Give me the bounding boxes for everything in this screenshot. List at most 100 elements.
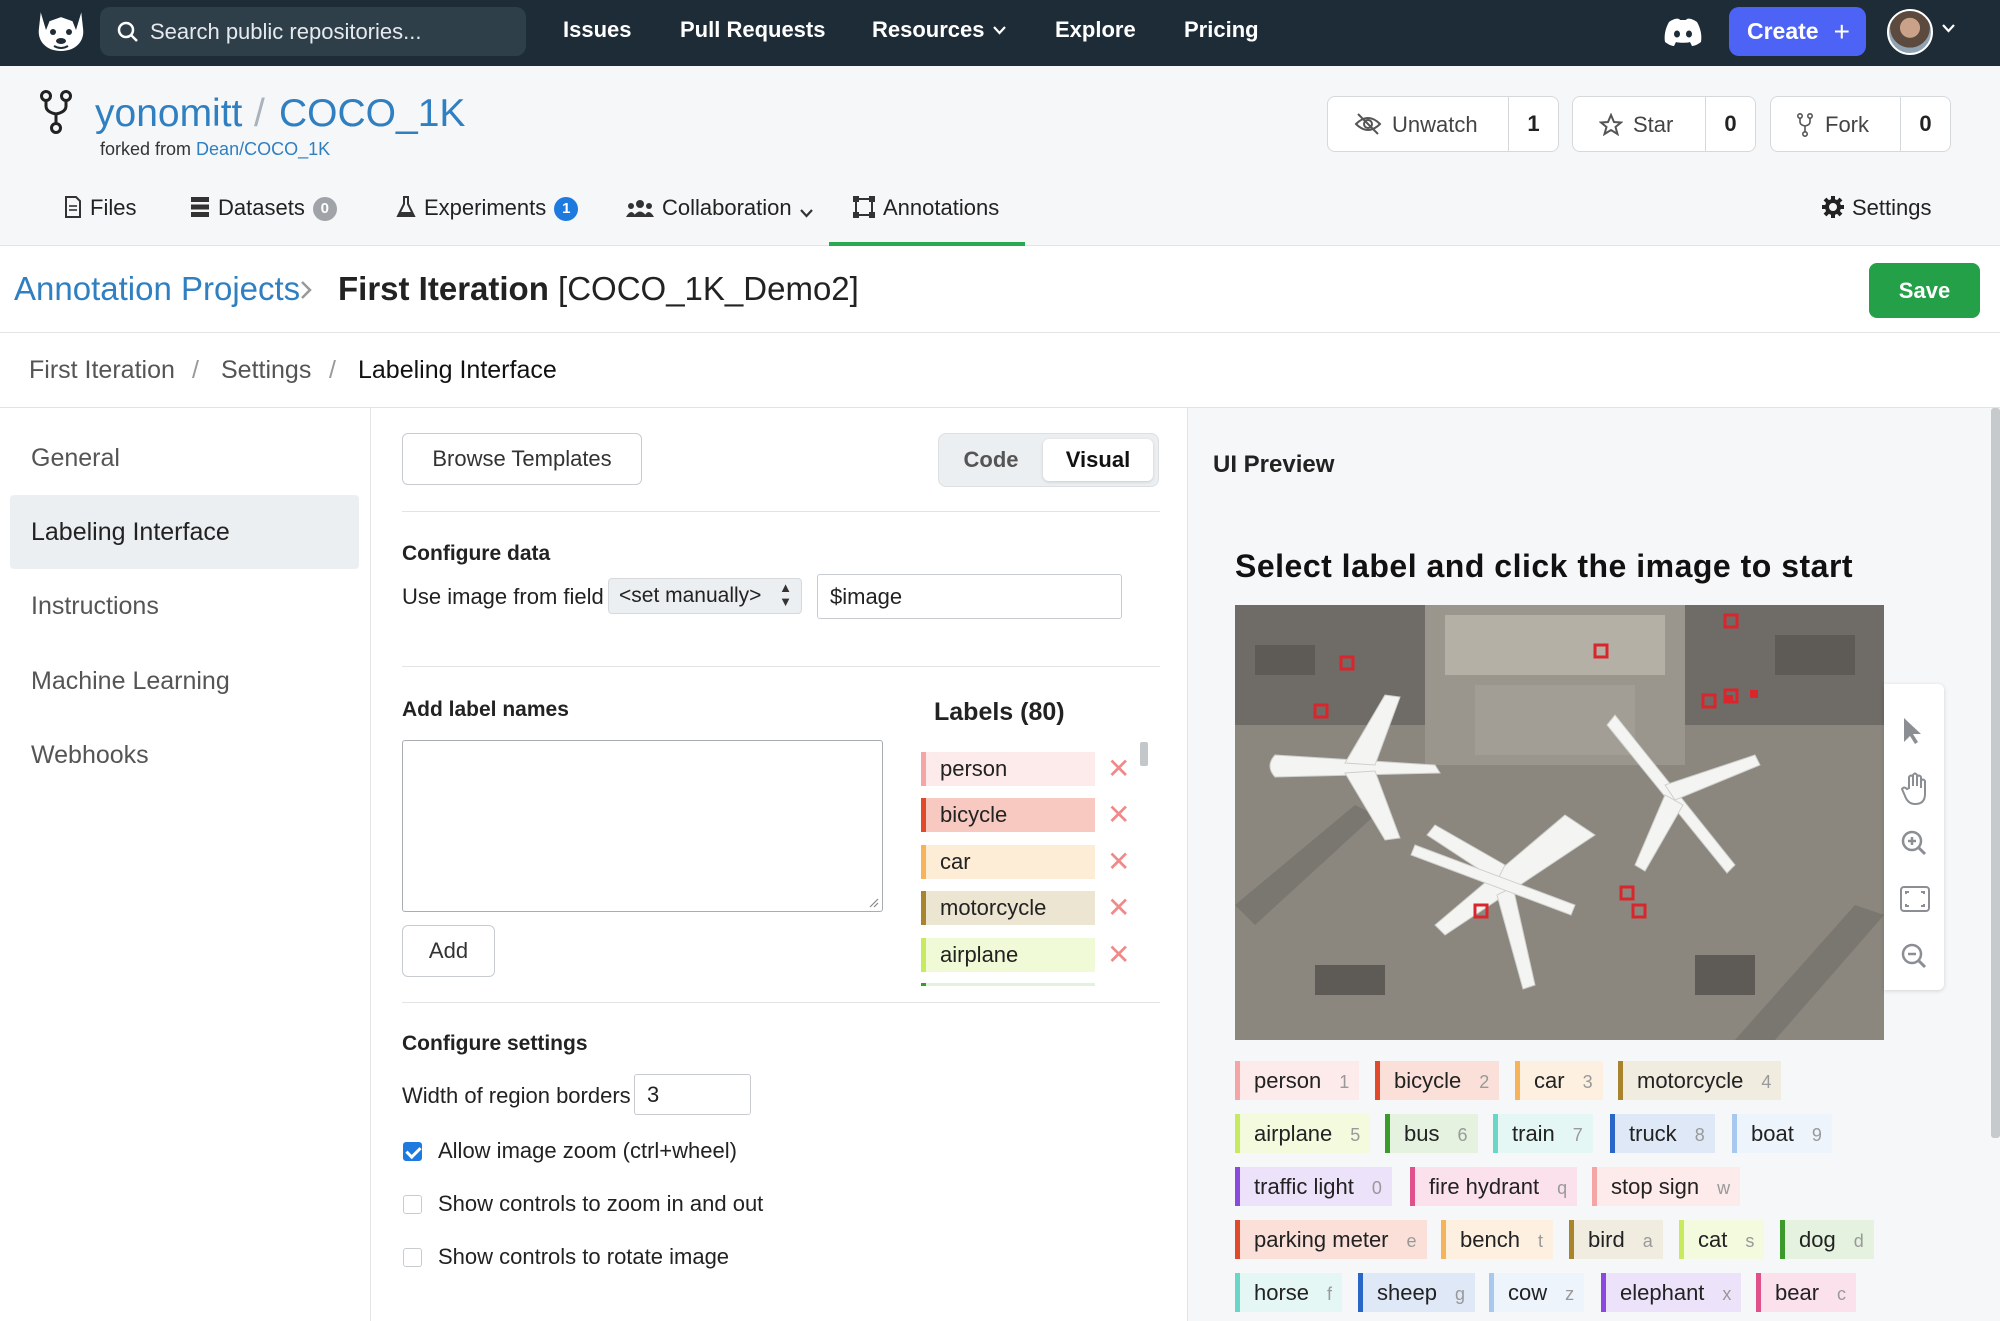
tab-experiments[interactable]: Experiments 1 <box>396 195 579 221</box>
dagshub-logo-icon[interactable] <box>34 6 88 56</box>
annotation-box-icon <box>853 196 875 218</box>
tag-bus[interactable]: bus 6 <box>1385 1114 1478 1153</box>
tag-dog[interactable]: dog d <box>1780 1220 1874 1259</box>
tag-bench[interactable]: bench t <box>1441 1220 1553 1259</box>
label-item-motorcycle[interactable]: motorcycle <box>921 891 1095 925</box>
nav-pull-requests[interactable]: Pull Requests <box>680 17 825 43</box>
nav-issues[interactable]: Issues <box>563 17 632 43</box>
tag-cow[interactable]: cow z <box>1489 1273 1585 1312</box>
repo-owner-link[interactable]: yonomitt <box>95 92 242 136</box>
tag-label: person <box>1254 1068 1322 1093</box>
tag-truck[interactable]: truck 8 <box>1610 1114 1715 1153</box>
zoom-controls-label: Show controls to zoom in and out <box>438 1191 764 1216</box>
tag-bear[interactable]: bear c <box>1756 1273 1857 1312</box>
breadcrumb-separator: / <box>192 356 199 384</box>
remove-label-icon[interactable]: ✕ <box>1107 798 1130 832</box>
tag-label: bear <box>1775 1280 1820 1305</box>
mode-code-button[interactable]: Code <box>939 434 1043 486</box>
zoom-in-icon[interactable] <box>1900 829 1928 857</box>
zoom-controls-checkbox[interactable] <box>403 1195 422 1214</box>
nav-resources[interactable]: Resources <box>872 17 1006 43</box>
pointer-icon[interactable] <box>1900 716 1926 746</box>
search-bar[interactable]: Search public repositories... <box>100 7 526 56</box>
tag-label: bench <box>1460 1227 1520 1252</box>
tab-annotations[interactable]: Annotations <box>853 195 999 221</box>
tag-stop-sign[interactable]: stop sign w <box>1592 1167 1741 1206</box>
tag-motorcycle[interactable]: motorcycle 4 <box>1618 1061 1782 1100</box>
tab-settings[interactable]: Settings <box>1822 195 1932 221</box>
remove-label-icon[interactable]: ✕ <box>1107 938 1130 972</box>
chevron-down-icon[interactable] <box>1942 24 1955 33</box>
star-button[interactable]: Star 0 <box>1572 96 1756 152</box>
label-names-textarea[interactable] <box>402 740 883 912</box>
image-field-input[interactable]: $image <box>817 574 1122 619</box>
repo-name-link[interactable]: COCO_1K <box>279 92 465 136</box>
hand-icon[interactable] <box>1900 772 1930 806</box>
label-item-person[interactable]: person <box>921 752 1095 786</box>
tag-bird[interactable]: bird a <box>1569 1220 1663 1259</box>
tab-files[interactable]: Files <box>64 195 136 221</box>
sidebar-item-instructions[interactable]: Instructions <box>10 569 359 643</box>
tag-bicycle[interactable]: bicycle 2 <box>1375 1061 1500 1100</box>
tag-car[interactable]: car 3 <box>1515 1061 1603 1100</box>
nav-pricing[interactable]: Pricing <box>1184 17 1259 43</box>
tag-train[interactable]: train 7 <box>1493 1114 1593 1153</box>
tag-elephant[interactable]: elephant x <box>1601 1273 1742 1312</box>
sidebar-item-machine-learning[interactable]: Machine Learning <box>10 644 359 718</box>
datasets-count-badge: 0 <box>312 197 337 221</box>
create-button[interactable]: Create + <box>1729 7 1866 56</box>
preview-image[interactable] <box>1235 605 1884 1040</box>
tag-person[interactable]: person 1 <box>1235 1061 1360 1100</box>
resize-handle-icon[interactable] <box>869 898 879 908</box>
browse-templates-button[interactable]: Browse Templates <box>402 433 642 485</box>
sidebar-item-labeling-interface[interactable]: Labeling Interface <box>10 495 359 569</box>
add-label-button[interactable]: Add <box>402 925 495 977</box>
page-scrollbar[interactable] <box>1991 408 2000 1138</box>
tag-sheep[interactable]: sheep g <box>1358 1273 1475 1312</box>
border-width-input[interactable]: 3 <box>634 1074 751 1115</box>
tag-cat[interactable]: cat s <box>1679 1220 1765 1259</box>
remove-label-icon[interactable]: ✕ <box>1107 845 1130 879</box>
breadcrumb-first-iteration[interactable]: First Iteration <box>29 356 175 385</box>
nav-explore[interactable]: Explore <box>1055 17 1136 43</box>
remove-label-icon[interactable]: ✕ <box>1107 752 1130 786</box>
label-item-next[interactable] <box>921 983 1095 986</box>
tag-horse[interactable]: horse f <box>1235 1273 1343 1312</box>
nav-resources-label: Resources <box>872 17 985 42</box>
sidebar-item-general[interactable]: General <box>10 421 359 495</box>
tag-airplane[interactable]: airplane 5 <box>1235 1114 1371 1153</box>
allow-zoom-checkbox[interactable] <box>403 1142 422 1161</box>
discord-icon[interactable] <box>1663 17 1703 47</box>
tag-boat[interactable]: boat 9 <box>1732 1114 1832 1153</box>
label-list-scrollbar[interactable] <box>1140 742 1148 766</box>
rotate-controls-checkbox[interactable] <box>403 1248 422 1267</box>
tag-parking-meter[interactable]: parking meter e <box>1235 1220 1427 1259</box>
remove-label-icon[interactable]: ✕ <box>1107 891 1130 925</box>
unwatch-button[interactable]: Unwatch 1 <box>1327 96 1559 152</box>
fit-to-screen-icon[interactable] <box>1900 886 1930 912</box>
label-item-airplane[interactable]: airplane <box>921 938 1095 972</box>
fork-button[interactable]: Fork 0 <box>1770 96 1951 152</box>
tag-hotkey: e <box>1406 1231 1417 1251</box>
avatar[interactable] <box>1887 9 1933 55</box>
image-field-select[interactable]: <set manually> ▲ ▼ <box>608 578 802 614</box>
forked-from-link[interactable]: Dean/COCO_1K <box>196 139 330 159</box>
tag-label: motorcycle <box>1637 1068 1744 1093</box>
label-item-bicycle[interactable]: bicycle <box>921 798 1095 832</box>
border-width-label: Width of region borders <box>402 1083 631 1108</box>
tag-fire-hydrant[interactable]: fire hydrant q <box>1410 1167 1578 1206</box>
save-button[interactable]: Save <box>1869 263 1980 318</box>
annotation-projects-link[interactable]: Annotation Projects <box>14 270 300 308</box>
tab-datasets[interactable]: Datasets 0 <box>190 195 337 221</box>
label-item-car[interactable]: car <box>921 845 1095 879</box>
chevron-right-icon <box>301 281 312 299</box>
breadcrumb-settings[interactable]: Settings <box>221 356 311 385</box>
mode-visual-button[interactable]: Visual <box>1043 439 1153 481</box>
tab-collaboration[interactable]: Collaboration <box>626 195 821 221</box>
chevron-down-icon <box>992 26 1006 35</box>
zoom-out-icon[interactable] <box>1900 942 1928 970</box>
tag-traffic-light[interactable]: traffic light 0 <box>1235 1167 1392 1206</box>
add-label-names-heading: Add label names <box>402 698 569 721</box>
ui-preview-panel: UI Preview Select label and click the im… <box>1187 408 2000 1321</box>
sidebar-item-webhooks[interactable]: Webhooks <box>10 718 359 792</box>
